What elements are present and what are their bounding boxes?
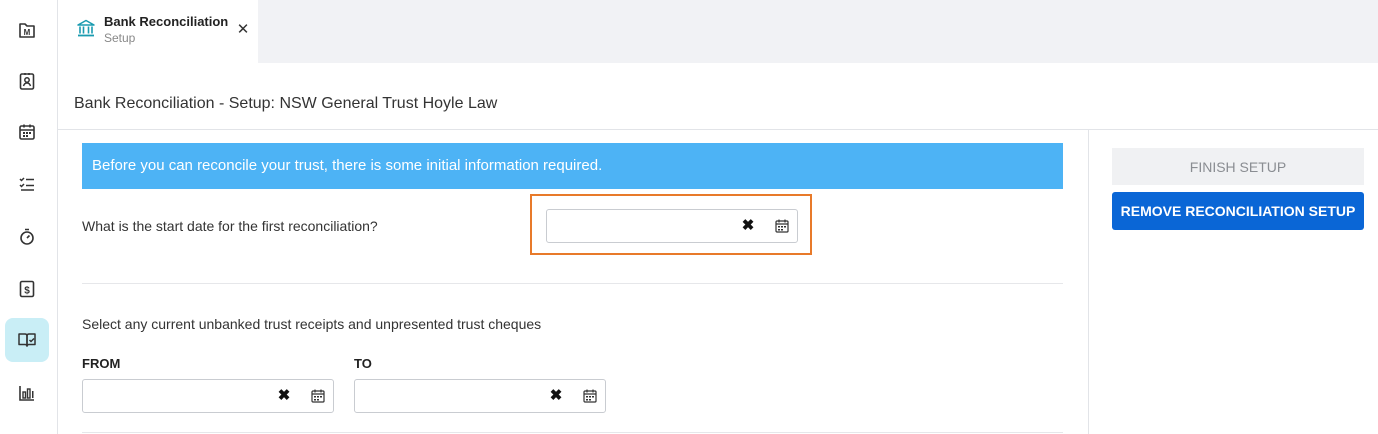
tab-bank-reconciliation[interactable]: Bank Reconciliation Setup ✕ bbox=[58, 0, 258, 63]
sidebar-item-calendar[interactable] bbox=[5, 110, 49, 154]
page-title: Bank Reconciliation - Setup: NSW General… bbox=[74, 95, 498, 112]
start-date-picker: ✖ bbox=[546, 209, 798, 243]
to-label: TO bbox=[354, 356, 372, 371]
remove-reconciliation-setup-button[interactable]: REMOVE RECONCILIATION SETUP bbox=[1112, 192, 1364, 230]
calendar-icon[interactable] bbox=[775, 219, 789, 233]
finish-setup-button[interactable]: FINISH SETUP bbox=[1112, 148, 1364, 185]
close-icon[interactable]: ✕ bbox=[236, 22, 250, 38]
sidebar-item-matters[interactable]: M bbox=[5, 8, 49, 52]
info-banner: Before you can reconcile your trust, the… bbox=[82, 143, 1063, 189]
from-date-input[interactable] bbox=[89, 386, 273, 406]
stopwatch-icon bbox=[20, 228, 34, 245]
sidebar-item-contacts[interactable] bbox=[5, 59, 49, 103]
section-divider bbox=[82, 432, 1063, 433]
sidebar: M $ bbox=[0, 0, 58, 434]
matter-icon: M bbox=[19, 23, 35, 38]
start-date-question: What is the start date for the first rec… bbox=[82, 218, 378, 234]
calendar-icon[interactable] bbox=[311, 389, 325, 403]
contact-card-icon bbox=[19, 73, 35, 90]
calendar-icon[interactable] bbox=[583, 389, 597, 403]
sidebar-item-billing[interactable]: $ bbox=[5, 267, 49, 311]
from-date-picker: ✖ bbox=[82, 379, 334, 413]
panel-divider bbox=[1088, 130, 1089, 434]
reconciliation-icon bbox=[18, 333, 36, 347]
billing-icon: $ bbox=[19, 280, 35, 298]
from-label: FROM bbox=[82, 356, 121, 371]
sidebar-item-tasks[interactable] bbox=[5, 162, 49, 206]
to-date-picker: ✖ bbox=[354, 379, 606, 413]
clear-icon[interactable]: ✖ bbox=[549, 387, 563, 405]
sidebar-item-reports[interactable] bbox=[5, 371, 49, 415]
calendar-icon bbox=[19, 124, 35, 140]
reports-icon bbox=[19, 386, 34, 401]
sidebar-item-timers[interactable] bbox=[5, 215, 49, 259]
range-instruction: Select any current unbanked trust receip… bbox=[82, 316, 542, 332]
clear-icon[interactable]: ✖ bbox=[741, 217, 755, 235]
bank-icon bbox=[77, 19, 95, 37]
tasks-icon bbox=[19, 177, 34, 191]
sidebar-item-reconciliation[interactable] bbox=[5, 318, 49, 362]
tab-title: Bank Reconciliation bbox=[104, 14, 229, 29]
svg-text:$: $ bbox=[24, 286, 30, 297]
app-window: M $ Bank Reconciliation Setup ✕ Bank Rec… bbox=[0, 0, 1378, 434]
section-divider bbox=[82, 283, 1063, 284]
start-date-input[interactable] bbox=[553, 216, 737, 236]
divider bbox=[58, 129, 1378, 130]
to-date-input[interactable] bbox=[361, 386, 545, 406]
tab-subtitle: Setup bbox=[104, 31, 136, 45]
clear-icon[interactable]: ✖ bbox=[277, 387, 291, 405]
svg-text:M: M bbox=[24, 28, 31, 37]
tab-bar: Bank Reconciliation Setup ✕ bbox=[58, 0, 1378, 63]
